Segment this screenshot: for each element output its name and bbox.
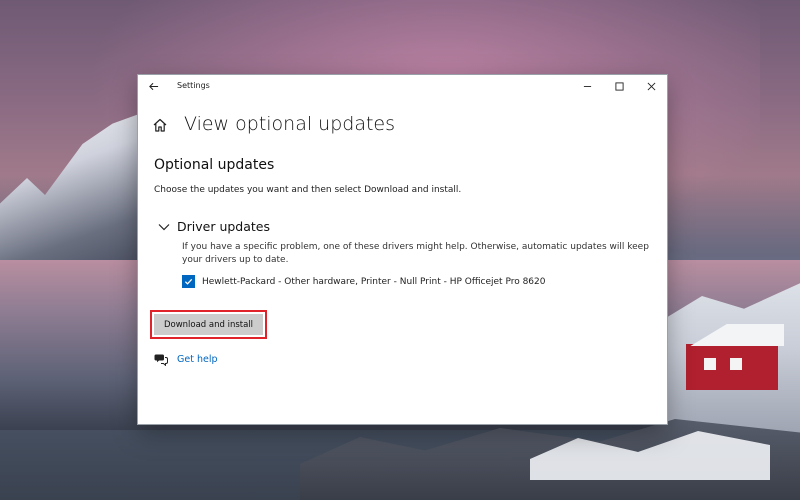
home-icon[interactable] (152, 117, 168, 133)
cabin-window (730, 358, 742, 370)
get-help-row[interactable]: Get help (154, 352, 218, 366)
close-icon (647, 82, 655, 90)
close-button[interactable] (635, 75, 667, 97)
download-and-install-button[interactable]: Download and install (154, 314, 263, 335)
optional-updates-heading: Optional updates (154, 157, 275, 173)
maximize-icon (614, 81, 624, 91)
driver-update-item[interactable]: Hewlett-Packard - Other hardware, Printe… (182, 275, 546, 288)
back-arrow-icon (148, 82, 158, 90)
page-title: View optional updates (184, 113, 396, 135)
title-bar: Settings (138, 75, 667, 99)
minimize-button[interactable] (571, 75, 603, 97)
cabin-window (704, 358, 716, 370)
optional-updates-description: Choose the updates you want and then sel… (154, 185, 462, 195)
driver-update-checkbox[interactable] (182, 275, 195, 288)
back-button[interactable] (144, 77, 162, 95)
checkmark-icon (184, 278, 193, 285)
window-title: Settings (177, 81, 210, 90)
driver-update-label: Hewlett-Packard - Other hardware, Printe… (202, 276, 546, 287)
wallpaper-red-cabin (686, 344, 778, 390)
chevron-down-icon (158, 223, 170, 230)
maximize-button[interactable] (603, 75, 635, 97)
settings-window: Settings View optional updates Optional … (138, 75, 667, 424)
minimize-icon (583, 85, 591, 87)
driver-updates-expander[interactable]: Driver updates (158, 219, 270, 234)
window-controls (571, 75, 667, 97)
chat-help-icon (154, 354, 168, 366)
driver-updates-heading: Driver updates (177, 219, 270, 234)
driver-updates-description: If you have a specific problem, one of t… (182, 242, 649, 265)
get-help-link[interactable]: Get help (177, 354, 218, 365)
